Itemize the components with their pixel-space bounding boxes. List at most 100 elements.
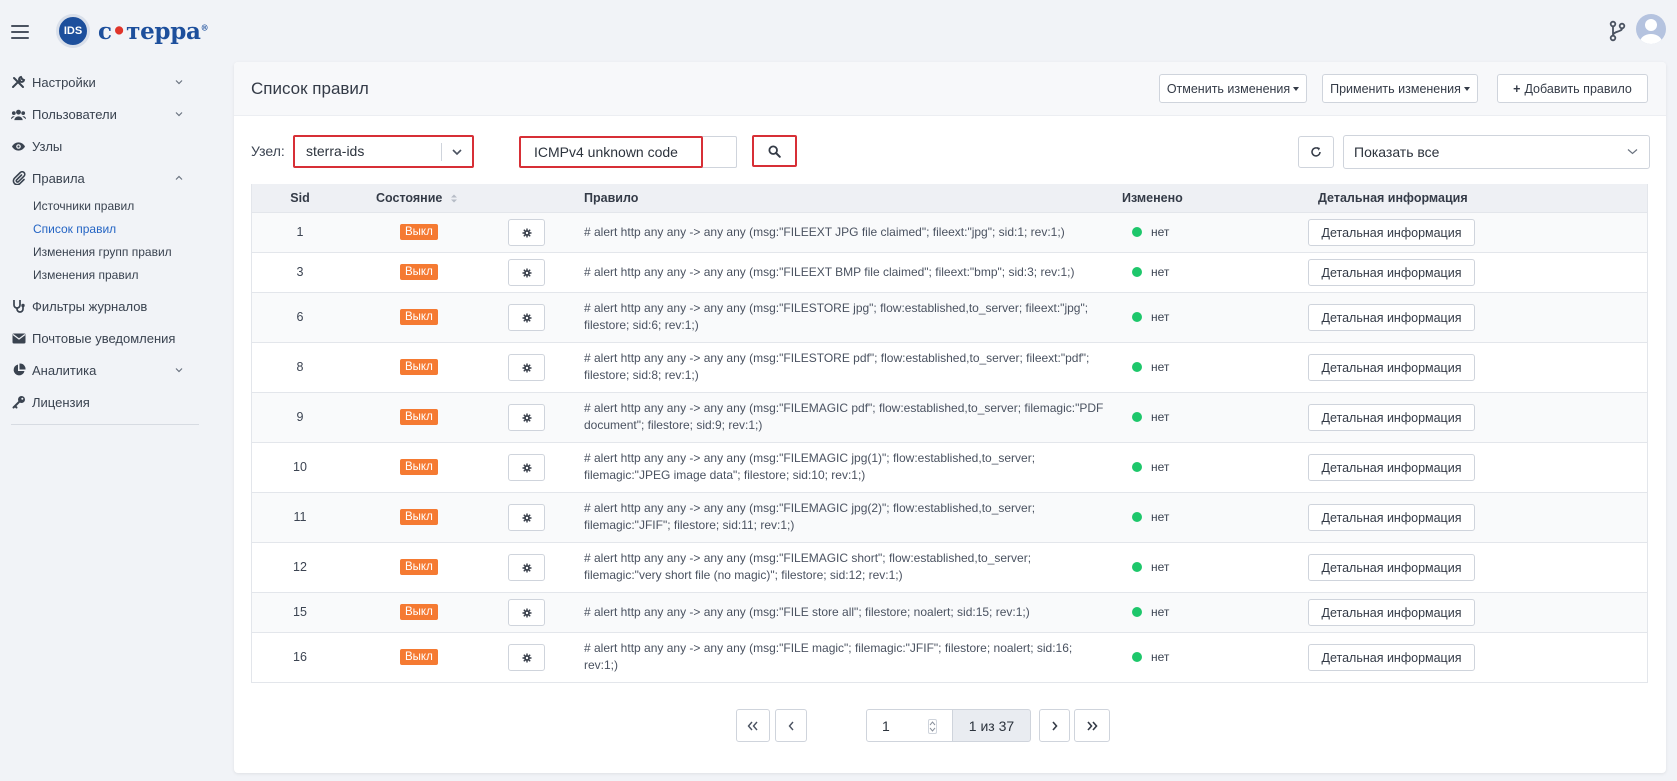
sort-icon — [450, 194, 457, 203]
logo[interactable]: IDS с•терра® — [56, 14, 209, 48]
details-button[interactable]: Детальная информация — [1308, 219, 1475, 246]
sidebar-item-rules[interactable]: Правила — [0, 162, 200, 194]
sidebar-item-label: Настройки — [32, 74, 96, 90]
state-cell: Выкл — [400, 603, 438, 620]
rule-settings-button[interactable] — [508, 454, 545, 481]
sidebar-item-analytics[interactable]: Аналитика — [0, 354, 200, 386]
sid-cell: 10 — [293, 460, 307, 474]
state-cell: Выкл — [400, 308, 438, 325]
apply-changes-button[interactable]: Применить изменения — [1322, 74, 1478, 103]
sidebar-subitem-rule-group-changes[interactable]: Изменения групп правил — [0, 240, 200, 263]
column-header-sid[interactable]: Sid — [252, 191, 348, 205]
sid-cell: 1 — [296, 225, 304, 239]
sidebar-item-mail-notifications[interactable]: Почтовые уведомления — [0, 322, 200, 354]
state-badge[interactable]: Выкл — [400, 509, 438, 525]
search-button[interactable] — [752, 135, 797, 167]
rule-settings-button[interactable] — [508, 599, 545, 626]
sidebar-item-license[interactable]: Лицензия — [0, 386, 200, 418]
logo-text: с•терра® — [98, 17, 209, 45]
column-header-state[interactable]: Состояние — [376, 191, 457, 205]
rule-settings-button[interactable] — [508, 304, 545, 331]
details-button[interactable]: Детальная информация — [1308, 504, 1475, 531]
gear-icon — [522, 228, 531, 237]
sidebar-item-label: Лицензия — [32, 394, 90, 410]
sidebar-divider — [11, 424, 199, 425]
sidebar-item-nodes[interactable]: Узлы — [0, 130, 200, 162]
state-badge[interactable]: Выкл — [400, 224, 438, 240]
details-button[interactable]: Детальная информация — [1308, 454, 1475, 481]
state-badge[interactable]: Выкл — [400, 649, 438, 665]
details-button[interactable]: Детальная информация — [1308, 554, 1475, 581]
column-header-details[interactable]: Детальная информация — [1318, 191, 1468, 205]
next-page-button[interactable] — [1039, 709, 1070, 742]
state-badge[interactable]: Выкл — [400, 559, 438, 575]
details-button[interactable]: Детальная информация — [1308, 599, 1475, 626]
sid-cell: 3 — [296, 265, 304, 279]
rule-settings-button[interactable] — [508, 219, 545, 246]
status-dot — [1132, 227, 1142, 237]
state-badge[interactable]: Выкл — [400, 409, 438, 425]
table-row: 11 Выкл # alert http any any -> any any (m… — [252, 492, 1647, 542]
search-input[interactable]: ICMPv4 unknown code — [519, 136, 737, 168]
sid-cell: 15 — [293, 605, 307, 619]
changed-cell: нет — [1132, 560, 1169, 574]
add-rule-button[interactable]: + Добавить правило — [1497, 74, 1648, 103]
eye-icon — [11, 139, 26, 153]
last-page-button[interactable] — [1074, 709, 1110, 742]
rule-text: # alert http any any -> any any (msg:"FI… — [584, 641, 1073, 672]
state-badge[interactable]: Выкл — [400, 264, 438, 280]
details-button[interactable]: Детальная информация — [1308, 354, 1475, 381]
column-header-rule[interactable]: Правило — [584, 191, 638, 205]
show-filter-value: Показать все — [1354, 144, 1440, 160]
page-number-input[interactable]: 1 — [866, 709, 953, 742]
user-avatar[interactable] — [1636, 14, 1666, 44]
gear-icon — [522, 313, 531, 322]
show-filter-select[interactable]: Показать все — [1343, 135, 1650, 169]
sidebar-subitem-rule-changes[interactable]: Изменения правил — [0, 263, 200, 286]
status-dot — [1132, 607, 1142, 617]
rule-settings-button[interactable] — [508, 644, 545, 671]
sidebar-subitem-rule-sources[interactable]: Источники правил — [0, 194, 200, 217]
apply-changes-label: Применить изменения — [1330, 81, 1461, 96]
sidebar-subitem-rule-list[interactable]: Список правил — [0, 217, 200, 240]
git-branch-icon[interactable] — [1608, 20, 1626, 42]
rule-settings-button[interactable] — [508, 504, 545, 531]
page-title: Список правил — [251, 79, 369, 98]
rule-settings-button[interactable] — [508, 259, 545, 286]
tools-icon — [11, 75, 26, 89]
sidebar-item-label: Пользователи — [32, 106, 117, 122]
sidebar-item-log-filters[interactable]: Фильтры журналов — [0, 290, 200, 322]
paperclip-icon — [11, 171, 26, 185]
state-badge[interactable]: Выкл — [400, 604, 438, 620]
state-badge[interactable]: Выкл — [400, 359, 438, 375]
refresh-button[interactable] — [1298, 136, 1334, 168]
hamburger-menu-icon[interactable] — [11, 25, 29, 39]
cancel-changes-button[interactable]: Отменить изменения — [1159, 74, 1307, 103]
sidebar: Настройки Пользователи Узлы Правила Исто… — [0, 66, 200, 425]
sidebar-item-settings[interactable]: Настройки — [0, 66, 200, 98]
sid-cell: 8 — [296, 360, 304, 374]
state-badge[interactable]: Выкл — [400, 459, 438, 475]
rule-settings-button[interactable] — [508, 404, 545, 431]
prev-page-button[interactable] — [775, 709, 807, 742]
node-select[interactable]: sterra-ids — [293, 135, 474, 168]
plus-icon: + — [1513, 81, 1521, 96]
changed-text: нет — [1151, 410, 1170, 424]
details-button[interactable]: Детальная информация — [1308, 304, 1475, 331]
rule-text: # alert http any any -> any any (msg:"FI… — [584, 605, 1030, 619]
state-cell: Выкл — [400, 648, 438, 665]
table-row: 9 Выкл # alert http any any -> any any (ms… — [252, 392, 1647, 442]
first-page-button[interactable] — [736, 709, 770, 742]
column-header-changed[interactable]: Изменено — [1122, 191, 1183, 205]
rule-settings-button[interactable] — [508, 554, 545, 581]
page-number-value: 1 — [882, 718, 890, 734]
state-badge[interactable]: Выкл — [400, 309, 438, 325]
sidebar-item-users[interactable]: Пользователи — [0, 98, 200, 130]
state-cell: Выкл — [400, 508, 438, 525]
details-button[interactable]: Детальная информация — [1308, 644, 1475, 671]
page-stepper[interactable] — [928, 719, 937, 734]
details-button[interactable]: Детальная информация — [1308, 259, 1475, 286]
changed-cell: нет — [1132, 510, 1169, 524]
rule-settings-button[interactable] — [508, 354, 545, 381]
details-button[interactable]: Детальная информация — [1308, 404, 1475, 431]
